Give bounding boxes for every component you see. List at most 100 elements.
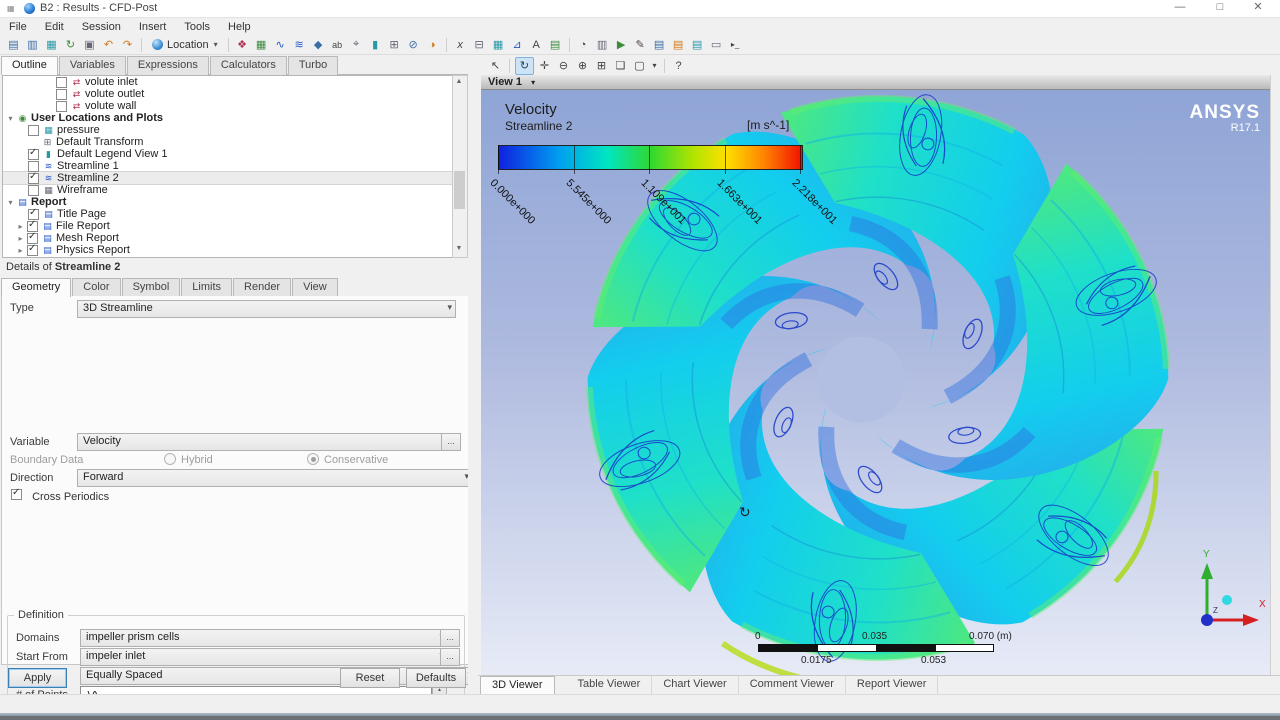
volume-rendering-icon[interactable]: ◆ — [310, 37, 327, 53]
tab-calculators[interactable]: Calculators — [209, 56, 287, 75]
expander-open-icon[interactable]: ▾ — [5, 198, 16, 207]
scroll-down-icon[interactable]: ▼ — [453, 243, 465, 255]
tree-item-default-transform[interactable]: ⊞ Default Transform — [3, 136, 453, 148]
render-mode-icon[interactable]: ▢ — [631, 58, 648, 74]
refresh-icon[interactable]: ↻ — [62, 37, 79, 53]
tab-render[interactable]: Render — [233, 278, 292, 297]
cross-periodics-checkbox[interactable]: Cross Periodics — [10, 487, 109, 503]
viewport-3d[interactable]: Velocity Streamline 2 [m s^-1] 0.000e+00… — [481, 90, 1270, 675]
particle-track-icon[interactable]: ≋ — [291, 37, 308, 53]
tab-view[interactable]: View — [292, 278, 338, 297]
table-icon[interactable]: ▦ — [490, 37, 507, 53]
tree-item-streamline-1[interactable]: ≋ Streamline 1 — [3, 160, 453, 172]
tab-turbo[interactable]: Turbo — [287, 56, 339, 75]
minimize-button[interactable]: — — [1165, 0, 1195, 16]
redo-icon[interactable]: ↷ — [119, 37, 136, 53]
zoom-in-icon[interactable]: ⊕ — [574, 58, 591, 74]
domains-dropdown[interactable]: impeller prism cells — [80, 629, 448, 647]
zoom-box-icon[interactable]: ⊞ — [593, 58, 610, 74]
maximize-button[interactable]: □ — [1205, 0, 1235, 16]
menu-file[interactable]: File — [0, 21, 36, 33]
contour-icon[interactable]: ▦ — [253, 37, 270, 53]
conservative-radio[interactable]: Conservative — [307, 453, 388, 466]
tree-checkbox[interactable] — [27, 243, 38, 256]
fit-view-icon[interactable]: ❏ — [612, 58, 629, 74]
report-template-icon[interactable]: ▤ — [547, 37, 564, 53]
radio-icon[interactable] — [164, 453, 176, 465]
variable-dropdown[interactable]: Velocity — [77, 433, 456, 451]
tab-geometry[interactable]: Geometry — [1, 278, 72, 297]
tree-item-report[interactable]: ▾ ▤ Report — [3, 196, 453, 208]
tab-report-viewer[interactable]: Report Viewer — [846, 676, 939, 695]
panel-splitter[interactable] — [468, 56, 481, 694]
comment-icon[interactable]: A — [528, 37, 545, 53]
calculator-icon[interactable]: ⊟ — [471, 37, 488, 53]
vector-icon[interactable]: ❖ — [234, 37, 251, 53]
tree-item-default-legend[interactable]: ▮ Default Legend View 1 — [3, 147, 453, 160]
expressions-icon[interactable]: x — [452, 37, 469, 53]
instance-transform-icon[interactable]: ⊞ — [386, 37, 403, 53]
save-state-icon[interactable]: ▥ — [24, 37, 41, 53]
pan-icon[interactable]: ✛ — [536, 58, 553, 74]
tree-item-volute-outlet[interactable]: ⇄ volute outlet — [3, 88, 453, 100]
render-mode-caret-icon[interactable]: ▾ — [650, 58, 659, 74]
clip-plane-icon[interactable]: ⊘ — [405, 37, 422, 53]
tree-checkbox[interactable] — [56, 76, 67, 88]
select-icon[interactable]: ↖ — [487, 58, 504, 74]
tree-item-pressure[interactable]: ▦ pressure — [3, 124, 453, 136]
menu-insert[interactable]: Insert — [130, 21, 176, 33]
save-project-icon[interactable]: ▦ — [43, 37, 60, 53]
expander-closed-icon[interactable]: ▸ — [15, 222, 26, 231]
start-from-dropdown[interactable]: impeler inlet — [80, 648, 448, 666]
hybrid-radio[interactable]: Hybrid — [164, 453, 213, 466]
coord-frame-icon[interactable]: ⌖ — [348, 37, 365, 53]
menu-help[interactable]: Help — [219, 21, 260, 33]
scroll-thumb[interactable] — [454, 171, 465, 209]
reset-button[interactable]: Reset — [340, 668, 400, 688]
menu-tools[interactable]: Tools — [175, 21, 219, 33]
tree-item-volute-wall[interactable]: ⇄ volute wall — [3, 100, 453, 112]
expander-open-icon[interactable]: ▾ — [5, 114, 16, 123]
tree-scrollbar[interactable]: ▲ ▼ — [452, 75, 468, 258]
tab-variables[interactable]: Variables — [58, 56, 126, 75]
tab-table-viewer[interactable]: Table Viewer — [567, 676, 653, 695]
tab-chart-viewer[interactable]: Chart Viewer — [652, 676, 739, 695]
load-results-icon[interactable]: ▤ — [5, 37, 22, 53]
tree-item-streamline-2[interactable]: ≋ Streamline 2 — [3, 171, 453, 185]
print-icon[interactable]: ▭ — [708, 37, 725, 53]
scroll-up-icon[interactable]: ▲ — [453, 76, 465, 88]
timestep-icon[interactable]: ◔ — [575, 37, 592, 53]
type-dropdown[interactable]: 3D Streamline — [77, 300, 456, 318]
menu-edit[interactable]: Edit — [36, 21, 73, 33]
direction-dropdown[interactable]: Forward — [77, 469, 473, 487]
tree-item-title-page[interactable]: ▤ Title Page — [3, 207, 453, 220]
tab-3d-viewer[interactable]: 3D Viewer — [480, 676, 555, 696]
tree-checkbox[interactable] — [56, 88, 67, 100]
undo-icon[interactable]: ↶ — [100, 37, 117, 53]
location-dropdown[interactable]: Location ▾ — [148, 36, 222, 53]
tab-comment-viewer[interactable]: Comment Viewer — [739, 676, 846, 695]
quick-animation-icon[interactable]: ▶ — [613, 37, 630, 53]
tree-checkbox[interactable] — [28, 171, 39, 184]
report-publish-icon[interactable]: ▤ — [670, 37, 687, 53]
tree-item-file-report[interactable]: ▸ ▤ File Report — [3, 219, 453, 233]
tab-outline[interactable]: Outline — [1, 56, 58, 75]
expander-closed-icon[interactable]: ▸ — [15, 234, 26, 243]
checkbox-checked-icon[interactable] — [11, 487, 22, 500]
chart-icon[interactable]: ⊿ — [509, 37, 526, 53]
probe-icon[interactable]: ? — [670, 58, 687, 74]
tab-limits[interactable]: Limits — [181, 278, 233, 297]
tab-color[interactable]: Color — [72, 278, 121, 297]
tree-checkbox[interactable] — [56, 100, 67, 112]
tree-item-user-locations[interactable]: ▾ ◉ User Locations and Plots — [3, 112, 453, 124]
tree-checkbox[interactable] — [28, 147, 39, 160]
text-label-icon[interactable]: ab — [329, 37, 346, 53]
keyframe-icon[interactable]: ✎ — [632, 37, 649, 53]
tree-checkbox[interactable] — [28, 184, 39, 196]
legend-icon[interactable]: ▮ — [367, 37, 384, 53]
view-tab[interactable]: View 1 ▾ — [481, 75, 1270, 90]
tab-symbol[interactable]: Symbol — [121, 278, 181, 297]
animation-icon[interactable]: ▥ — [594, 37, 611, 53]
tree-item-wireframe[interactable]: ▦ Wireframe — [3, 184, 453, 196]
zoom-out-icon[interactable]: ⊖ — [555, 58, 572, 74]
